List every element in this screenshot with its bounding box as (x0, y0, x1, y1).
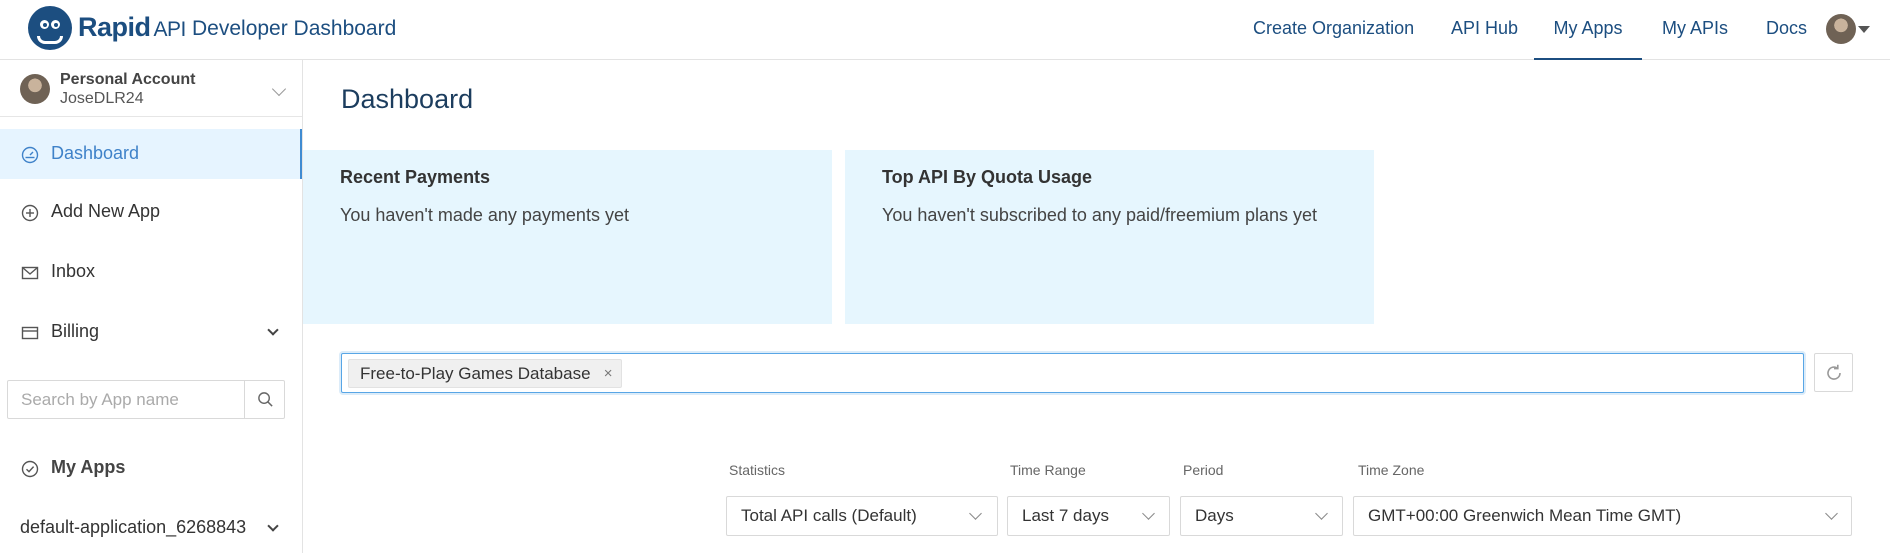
period-value: Days (1195, 506, 1234, 525)
recent-payments-card: Recent Payments You haven't made any pay… (303, 150, 832, 324)
nav-api-hub[interactable]: API Hub (1451, 0, 1518, 60)
mail-icon (21, 266, 39, 280)
user-avatar[interactable] (1826, 14, 1856, 44)
caret-down-icon[interactable] (1858, 26, 1870, 33)
sidebar-section-my-apps[interactable]: My Apps (0, 443, 302, 493)
statistics-value: Total API calls (Default) (741, 506, 917, 525)
tag-label: Free-to-Play Games Database (360, 364, 591, 383)
card-title: Recent Payments (340, 167, 491, 187)
page-title: Dashboard (341, 84, 474, 114)
chevron-down-icon (1142, 507, 1155, 520)
app-name: default-application_6268843 (20, 517, 247, 537)
nav-docs[interactable]: Docs (1766, 0, 1807, 60)
statistics-select[interactable]: Total API calls (Default) (726, 496, 998, 536)
card-title: Top API By Quota Usage (882, 167, 1093, 187)
sidebar-item-label: Dashboard (51, 143, 140, 163)
nav-my-apis[interactable]: My APIs (1662, 0, 1728, 60)
account-avatar (20, 74, 50, 104)
sidebar: Personal Account JoseDLR24 Dashboard Add… (0, 60, 303, 553)
sidebar-item-billing[interactable]: Billing (0, 307, 302, 357)
brand-logo-text[interactable]: Rapid API (78, 12, 186, 43)
account-type: Personal Account (60, 71, 196, 88)
time-range-select[interactable]: Last 7 days (1007, 496, 1170, 536)
app-search-input[interactable] (8, 381, 244, 418)
search-icon (258, 392, 273, 407)
account-switcher[interactable]: Personal Account JoseDLR24 (0, 60, 302, 117)
top-navigation-bar: Rapid API Developer Dashboard Create Orga… (0, 0, 1890, 60)
app-search-field (7, 380, 285, 419)
sidebar-item-label: Inbox (51, 261, 96, 281)
check-circle-icon (21, 460, 39, 478)
sidebar-item-inbox[interactable]: Inbox (0, 247, 302, 297)
period-select[interactable]: Days (1180, 496, 1343, 536)
refresh-icon (1827, 364, 1841, 380)
search-button[interactable] (244, 381, 285, 418)
card-body: You haven't made any payments yet (340, 205, 629, 225)
time-range-value: Last 7 days (1022, 506, 1109, 525)
dashboard-gauge-icon (21, 146, 39, 164)
credit-card-icon (21, 326, 39, 340)
sidebar-item-add-new-app[interactable]: Add New App (0, 187, 302, 237)
close-icon[interactable]: × (604, 360, 613, 387)
nav-my-apps[interactable]: My Apps (1534, 0, 1642, 60)
chevron-down-icon (1315, 507, 1328, 520)
plus-circle-icon (21, 204, 39, 222)
api-select-field[interactable]: Free-to-Play Games Database × (341, 353, 1804, 393)
chevron-down-icon[interactable] (267, 324, 279, 336)
period-label: Period (1183, 462, 1224, 478)
app-title: Developer Dashboard (192, 17, 397, 40)
sidebar-item-label: Add New App (51, 201, 161, 221)
chevron-down-icon (271, 81, 287, 97)
chevron-down-icon (1825, 507, 1838, 520)
chevron-down-icon (969, 507, 982, 520)
time-zone-label: Time Zone (1358, 462, 1425, 478)
rapidapi-logo-icon[interactable] (28, 6, 72, 50)
sidebar-item-label: Billing (51, 321, 100, 341)
selected-api-tag: Free-to-Play Games Database × (348, 359, 622, 388)
time-zone-value: GMT+00:00 Greenwich Mean Time GMT) (1368, 506, 1682, 525)
top-api-quota-card: Top API By Quota Usage You haven't subsc… (845, 150, 1374, 324)
account-username: JoseDLR24 (60, 90, 144, 107)
refresh-button[interactable] (1814, 353, 1853, 392)
time-zone-select[interactable]: GMT+00:00 Greenwich Mean Time GMT) (1353, 496, 1852, 536)
time-range-label: Time Range (1010, 462, 1086, 478)
card-body: You haven't subscribed to any paid/freem… (882, 205, 1318, 225)
sidebar-item-dashboard[interactable]: Dashboard (0, 129, 302, 179)
sidebar-app-item[interactable]: default-application_6268843 (0, 503, 302, 553)
nav-create-organization[interactable]: Create Organization (1253, 0, 1414, 60)
chevron-down-icon[interactable] (267, 520, 279, 532)
sidebar-section-label: My Apps (51, 457, 126, 477)
statistics-label: Statistics (729, 462, 786, 478)
